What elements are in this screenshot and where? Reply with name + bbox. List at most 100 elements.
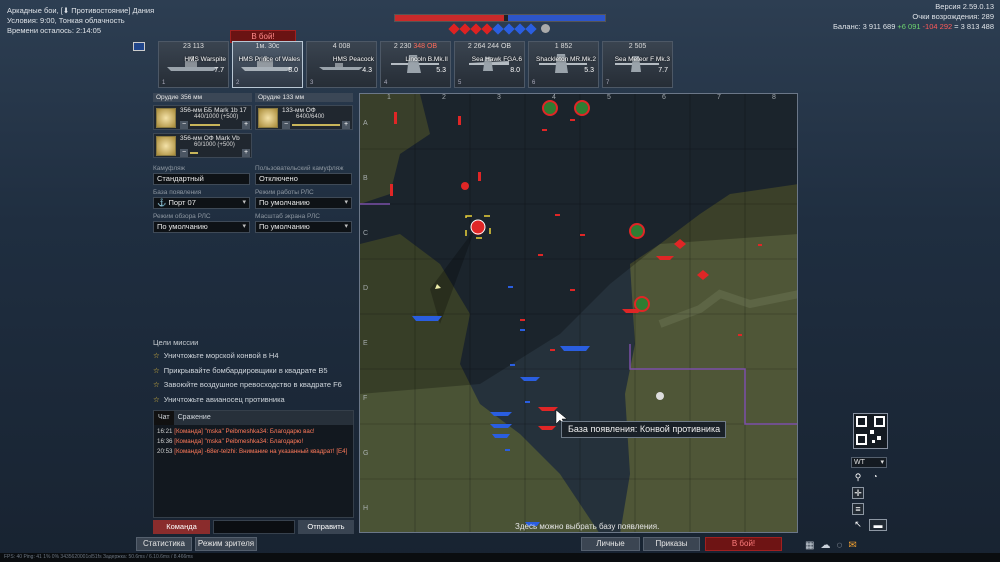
chevron-down-icon: ▾ [880,459,884,466]
increase-button[interactable]: + [242,121,250,129]
vehicle-slot[interactable]: 23 113 HMS Warspite 7.7 1 [158,41,229,88]
map-canvas[interactable] [360,94,798,533]
weapon-tab-133[interactable]: Орудие 133 мм [255,93,353,102]
score-bar [394,14,606,22]
chat-panel: Чат Сражение 16:21 [Команда] "mska" Peib… [153,410,354,518]
squad-icon[interactable]: ☁ [820,540,830,551]
chevron-down-icon: ▾ [344,199,348,206]
map-hint: Здесь можно выбрать базу появления. [515,522,660,531]
capture-point-red [448,23,460,35]
orders-button[interactable]: Приказы [643,537,700,551]
camo-select[interactable]: Стандартный [153,173,250,185]
capture-points [448,23,550,35]
ally-score-fill [508,15,605,21]
chevron-down-icon: ▾ [242,223,246,230]
send-button[interactable]: Отправить [298,520,354,534]
map-info-marker[interactable] [656,392,664,400]
vehicle-slot-bar: 23 113 HMS Warspite 7.7 1 1м. 30с HMS Pr… [158,41,673,89]
user-camo-select[interactable]: Отключено [255,173,352,185]
capture-point-red [459,23,471,35]
time-left: Времени осталось: 2:14:05 [7,26,102,35]
chat-tabs: Чат Сражение [154,411,353,425]
weapon-slot[interactable]: 133-мм ОФ 6400/6400 − + [255,105,353,130]
tab-chat[interactable]: Чат [154,411,174,425]
qr-code-icon[interactable] [853,413,888,449]
mission-header: Цели миссии [153,338,199,347]
he-shell-icon [156,136,176,156]
balance: Баланс: 3 911 689 +6 091 -104 292 = 3 813 48… [832,22,994,31]
tactical-map[interactable]: 1 2 3 4 5 6 7 8 A B C D E F G H [359,93,798,533]
mail-icon[interactable]: ✉ [848,540,856,551]
zoom-plus-icon[interactable]: ✛ [852,487,864,499]
star-icon: ☆ [153,380,160,389]
capture-point-blue [525,23,537,35]
vehicle-slot-selected[interactable]: 1м. 30с HMS Prince of Wales 8.0 2 [232,41,303,88]
vehicle-slot[interactable]: 2 230 348 ОВ Lincoln B.Mk.II 5.3 4 [380,41,451,88]
chat-input[interactable] [213,520,295,534]
capture-point-red [470,23,482,35]
vehicle-slot[interactable]: 1 852 Shackleton MR.Mk.2 5.3 6 [528,41,599,88]
personal-tasks-button[interactable]: Личные задания [581,537,640,560]
battle-conditions: Условия: 9:00, Тонкая облачность [7,16,125,25]
ammo-slider[interactable] [292,124,340,126]
chat-line: 20:53 [Команда] -68er-telzhi: Внимание н… [157,448,348,455]
mission-item: ☆ Завоюйте воздушное превосходство в квад… [153,380,342,389]
battle-mode: Аркадные бои, [⬇ Противостояние] Дания [7,6,155,15]
decrease-button[interactable]: − [180,121,188,129]
loadout-panel: Орудие 356 мм Орудие 133 мм 356-мм ББ Ma… [153,93,353,233]
spectator-mode-button[interactable]: Режим зрителя [195,537,257,551]
search-icon[interactable]: ⚲ [852,472,864,484]
chevron-down-icon: ▾ [242,199,246,206]
he-shell-icon [258,108,278,128]
increase-button[interactable]: + [342,121,350,129]
mission-item: ☆ Уничтожьте морской конвой в H4 [153,351,279,360]
system-icons: ▦ ☁ ◌ ✉ [805,540,857,551]
star-icon: ☆ [153,365,160,375]
status-bar: FPS: 40 Ping: 41 1% 0% 3435620001ol51fs … [0,553,1000,562]
vehicle-slot[interactable]: 2 264 244 ОВ Sea Hawk FGA.6 8.0 5 [454,41,525,88]
pointer-icon[interactable]: ↖ [852,519,864,531]
team-channel-button[interactable]: Команда [153,520,210,534]
spawn-tooltip: База появления: Конвой противника [561,421,726,438]
map-layer-select[interactable]: WT ▾ [851,457,887,468]
pie-icon[interactable]: ◔ [869,472,881,484]
battle-info: Аркадные бои, [⬇ Противостояние] Дания У… [7,6,154,36]
decrease-button[interactable]: − [180,149,188,157]
radar-view-select[interactable]: По умолчанию ▾ [153,221,250,233]
settings-sliders-icon[interactable]: ≡ [852,503,864,515]
capture-point-blue [514,23,526,35]
increase-button[interactable]: + [242,149,250,157]
vehicle-slot[interactable]: 2 505 Sea Meteor F Mk.3 7.7 7 [602,41,673,88]
anchor-icon: ⚓ [157,198,169,207]
weapon-tab-356[interactable]: Орудие 356 мм [153,93,252,102]
radar-scale-select[interactable]: По умолчанию ▾ [255,221,352,233]
star-icon: ☆ [153,351,160,360]
grid-menu-icon[interactable]: ▦ [805,540,814,551]
respawn-points: Очки возрождения: 289 [912,12,994,21]
weapon-slot[interactable]: 356-мм ОФ Mark Vb 60/1000 (+500) − + [153,133,252,158]
star-icon: ☆ [153,394,160,404]
chat-log: 16:21 [Команда] "mska" Peibmeshka34: Бла… [154,425,353,459]
chat-bubble-icon[interactable]: ◌ [836,540,842,551]
vehicle-slot[interactable]: 4 008 HMS Peacock 4.3 3 [306,41,377,88]
layout-icon[interactable]: ▬ [869,519,887,531]
ammo-slider[interactable] [190,124,220,126]
mission-objectives: Цели миссии ☆ Уничтожьте морской конвой в… [153,337,342,407]
enemy-score-fill [395,15,505,21]
chat-input-row: Команда Отправить [153,520,354,534]
to-battle-button[interactable]: В бой! [705,537,782,551]
mission-item: ☆ Прикрывайте бомбардировщики в квадрате … [153,365,328,375]
ammo-slider[interactable] [190,152,198,154]
tab-battle[interactable]: Сражение [174,411,215,425]
map-col-labels: 1 2 3 4 5 6 7 8 [387,94,776,101]
statistics-button[interactable]: Статистика [136,537,192,551]
weapon-slot[interactable]: 356-мм ББ Mark 1b 17 440/1000 (+500) − + [153,105,252,130]
decrease-button[interactable]: − [282,121,290,129]
spawn-base-select[interactable]: ⚓ Порт 07 ▾ [153,197,250,209]
capture-point-blue [503,23,515,35]
map-row-labels: A B C D E F G H [363,120,369,512]
info-icon [541,24,550,33]
radar-mode-select[interactable]: По умолчанию ▾ [255,197,352,209]
chat-line: 16:36 [Команда] "mska" Peibmeshka34: Бла… [157,438,304,445]
mission-item: ☆ Уничтожьте авианосец противника [153,394,285,404]
